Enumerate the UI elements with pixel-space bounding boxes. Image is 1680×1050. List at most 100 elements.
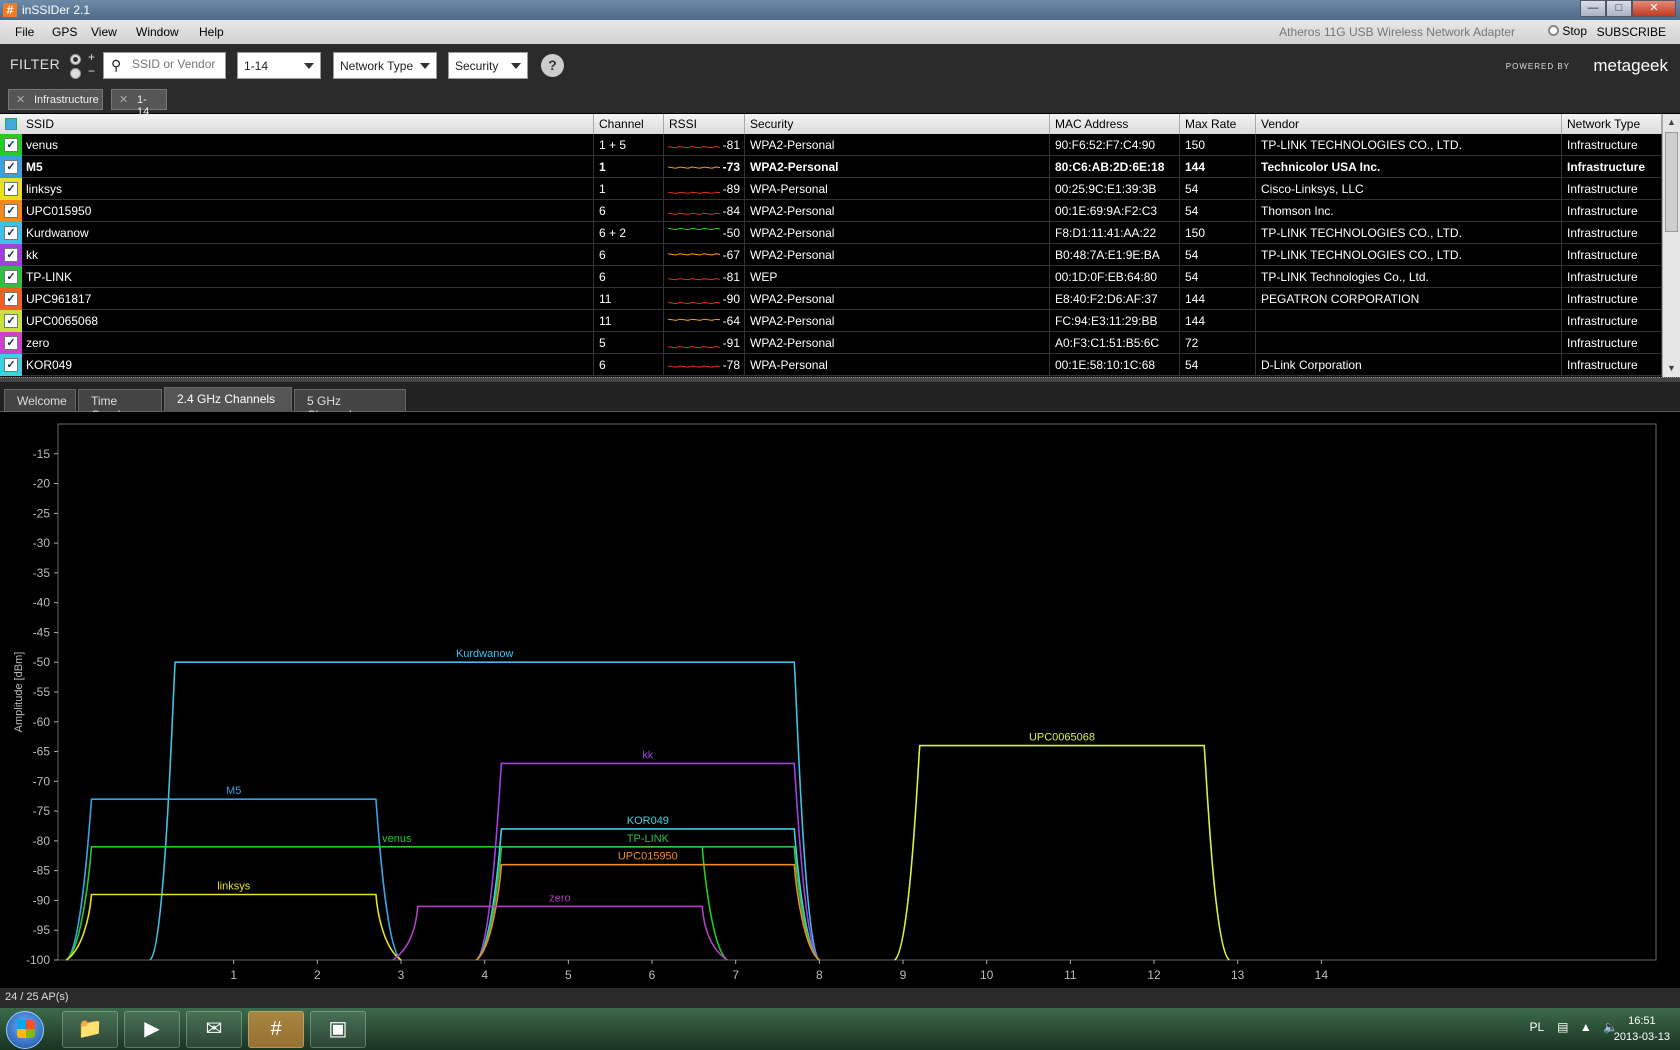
network-type-dropdown[interactable]: Network Type (333, 52, 437, 79)
title-bar: # inSSIDer 2.1 — □ ✕ (0, 0, 1680, 20)
outlook-icon[interactable]: ✉ (186, 1011, 242, 1048)
filter-include-radio[interactable] (70, 54, 81, 65)
adapter-name[interactable]: Atheros 11G USB Wireless Network Adapter (1279, 25, 1515, 39)
tab-welcome[interactable]: Welcome (4, 389, 76, 412)
menu-view[interactable]: View (91, 25, 117, 39)
col-network-type[interactable]: Network Type (1562, 114, 1662, 134)
media-player-icon[interactable]: ▶ (124, 1011, 180, 1048)
security-dropdown[interactable]: Security (448, 52, 528, 79)
menu-help[interactable]: Help (199, 25, 224, 39)
rssi-value: -73 (722, 160, 740, 174)
ssid-cell: kk (21, 244, 594, 266)
rssi-value: -81 (722, 138, 740, 152)
maximize-icon[interactable]: □ (1606, 0, 1632, 17)
explorer-icon[interactable]: 📁 (62, 1011, 118, 1048)
row-checkbox[interactable]: ✓ (4, 138, 18, 152)
y-tick-label: -75 (33, 804, 51, 818)
network-curve-label: M5 (226, 785, 241, 797)
col-channel[interactable]: Channel (594, 114, 664, 134)
security-cell: WPA2-Personal (745, 222, 1050, 244)
select-all-checkbox[interactable] (5, 118, 17, 130)
col-vendor[interactable]: Vendor (1256, 114, 1562, 134)
plot-area (57, 423, 1657, 961)
table-row[interactable]: ✓ KOR049 6 -78 WPA-Personal 00:1E:58:10:1C:68… (0, 354, 1662, 376)
channel-dropdown[interactable]: 1-14 (237, 52, 321, 79)
scroll-down-icon[interactable]: ▼ (1663, 360, 1680, 377)
close-icon[interactable]: ✕ (1632, 0, 1676, 17)
x-tick-label: 6 (649, 968, 656, 982)
table-row[interactable]: ✓ zero 5 -91 WPA2-Personal A0:F3:C1:51:B5:6C 7… (0, 332, 1662, 354)
filter-chip-infrastructure[interactable]: ✕ Infrastructure (8, 89, 103, 110)
scroll-up-icon[interactable]: ▲ (1663, 114, 1680, 131)
network-curve-label: venus (382, 833, 412, 845)
picture-viewer-icon[interactable]: ▣ (310, 1011, 366, 1048)
col-max-rate[interactable]: Max Rate (1180, 114, 1256, 134)
table-row[interactable]: ✓ venus 1 + 5 -81 WPA2-Personal 90:F6:52:F7:C… (0, 134, 1662, 156)
tab-5ghz-channels[interactable]: 5 GHz Channels (294, 389, 406, 422)
metageek-logo[interactable]: metageek (1593, 56, 1668, 76)
help-button[interactable]: ? (541, 54, 564, 77)
mac-cell: 00:1E:58:10:1C:68 (1050, 354, 1180, 376)
table-row[interactable]: ✓ UPC015950 6 -84 WPA2-Personal 00:1E:69:9A:F… (0, 200, 1662, 222)
table-scrollbar[interactable]: ▲ ▼ (1662, 114, 1680, 377)
network-curve-label: UPC0065068 (1029, 732, 1095, 744)
y-tick-label: -30 (33, 536, 51, 550)
row-checkbox[interactable]: ✓ (4, 270, 18, 284)
inssider-taskbar-icon[interactable]: # (248, 1011, 304, 1048)
filter-exclude-radio[interactable] (70, 68, 81, 79)
col-security[interactable]: Security (745, 114, 1050, 134)
tab-time-graph[interactable]: Time Graph (78, 389, 162, 422)
tray-expand-icon[interactable]: ▲ (1580, 1020, 1592, 1034)
language-indicator[interactable]: PL (1530, 1020, 1544, 1034)
network-curve-label: Kurdwanow (456, 648, 514, 660)
row-checkbox[interactable]: ✓ (4, 314, 18, 328)
search-input[interactable] (132, 57, 224, 71)
start-button[interactable] (6, 1011, 44, 1049)
network-curve-label: kk (642, 749, 654, 761)
menu-file[interactable]: File (15, 25, 34, 39)
row-checkbox[interactable]: ✓ (4, 248, 18, 262)
channel-cell: 1 + 5 (594, 134, 664, 156)
row-checkbox[interactable]: ✓ (4, 336, 18, 350)
table-row[interactable]: ✓ kk 6 -67 WPA2-Personal B0:48:7A:E1:9E:BA 54 T… (0, 244, 1662, 266)
table-header: SSID Channel RSSI Security MAC Address M… (0, 114, 1662, 134)
row-checkbox[interactable]: ✓ (4, 226, 18, 240)
table-row[interactable]: ✓ UPC961817 11 -90 WPA2-Personal E8:40:F2:D6:… (0, 288, 1662, 310)
row-checkbox[interactable]: ✓ (4, 204, 18, 218)
table-row[interactable]: ✓ M5 1 -73 WPA2-Personal 80:C6:AB:2D:6E:18 144… (0, 156, 1662, 178)
col-rssi[interactable]: RSSI (664, 114, 745, 134)
remove-filter-icon[interactable]: ✕ (16, 93, 25, 106)
col-ssid[interactable]: SSID (21, 114, 594, 134)
x-tick-label: 12 (1147, 968, 1161, 982)
row-checkbox[interactable]: ✓ (4, 358, 18, 372)
tab-24ghz-channels[interactable]: 2.4 GHz Channels (164, 387, 292, 413)
minimize-icon[interactable]: — (1580, 0, 1606, 17)
filter-chip-channels[interactable]: ✕ 1-14 (111, 89, 167, 118)
row-checkbox[interactable]: ✓ (4, 182, 18, 196)
y-tick-label: -15 (33, 447, 51, 461)
network-tray-icon[interactable]: ▤ (1557, 1020, 1568, 1034)
row-checkbox[interactable]: ✓ (4, 160, 18, 174)
vendor-cell: Technicolor USA Inc. (1256, 156, 1562, 178)
y-tick-label: -55 (33, 685, 51, 699)
menu-window[interactable]: Window (136, 25, 179, 39)
scroll-thumb[interactable] (1665, 132, 1678, 232)
search-box[interactable]: ⚲ (103, 52, 226, 79)
channel-cell: 6 (594, 266, 664, 288)
menu-gps[interactable]: GPS (52, 25, 77, 39)
table-row[interactable]: ✓ UPC0065068 11 -64 WPA2-Personal FC:94:E3:11… (0, 310, 1662, 332)
x-tick-label: 11 (1064, 968, 1077, 982)
rssi-cell: -91 (664, 332, 745, 354)
clock[interactable]: 16:51 2013-03-13 (1614, 1013, 1670, 1045)
table-row[interactable]: ✓ Kurdwanow 6 + 2 -50 WPA2-Personal F8:D1:11:… (0, 222, 1662, 244)
remove-filter-icon[interactable]: ✕ (119, 93, 128, 106)
subscribe-button[interactable]: SUBSCRIBE (1597, 25, 1666, 39)
rssi-sparkline (668, 253, 720, 256)
col-mac[interactable]: MAC Address (1050, 114, 1180, 134)
vendor-cell: TP-LINK TECHNOLOGIES CO., LTD. (1256, 222, 1562, 244)
table-row[interactable]: ✓ TP-LINK 6 -81 WEP 00:1D:0F:EB:64:80 54 TP-LIN… (0, 266, 1662, 288)
stop-button[interactable]: Stop (1548, 24, 1587, 38)
row-checkbox[interactable]: ✓ (4, 292, 18, 306)
filter-chip-label: Infrastructure (34, 94, 99, 106)
table-row[interactable]: ✓ linksys 1 -89 WPA-Personal 00:25:9C:E1:39:3… (0, 178, 1662, 200)
